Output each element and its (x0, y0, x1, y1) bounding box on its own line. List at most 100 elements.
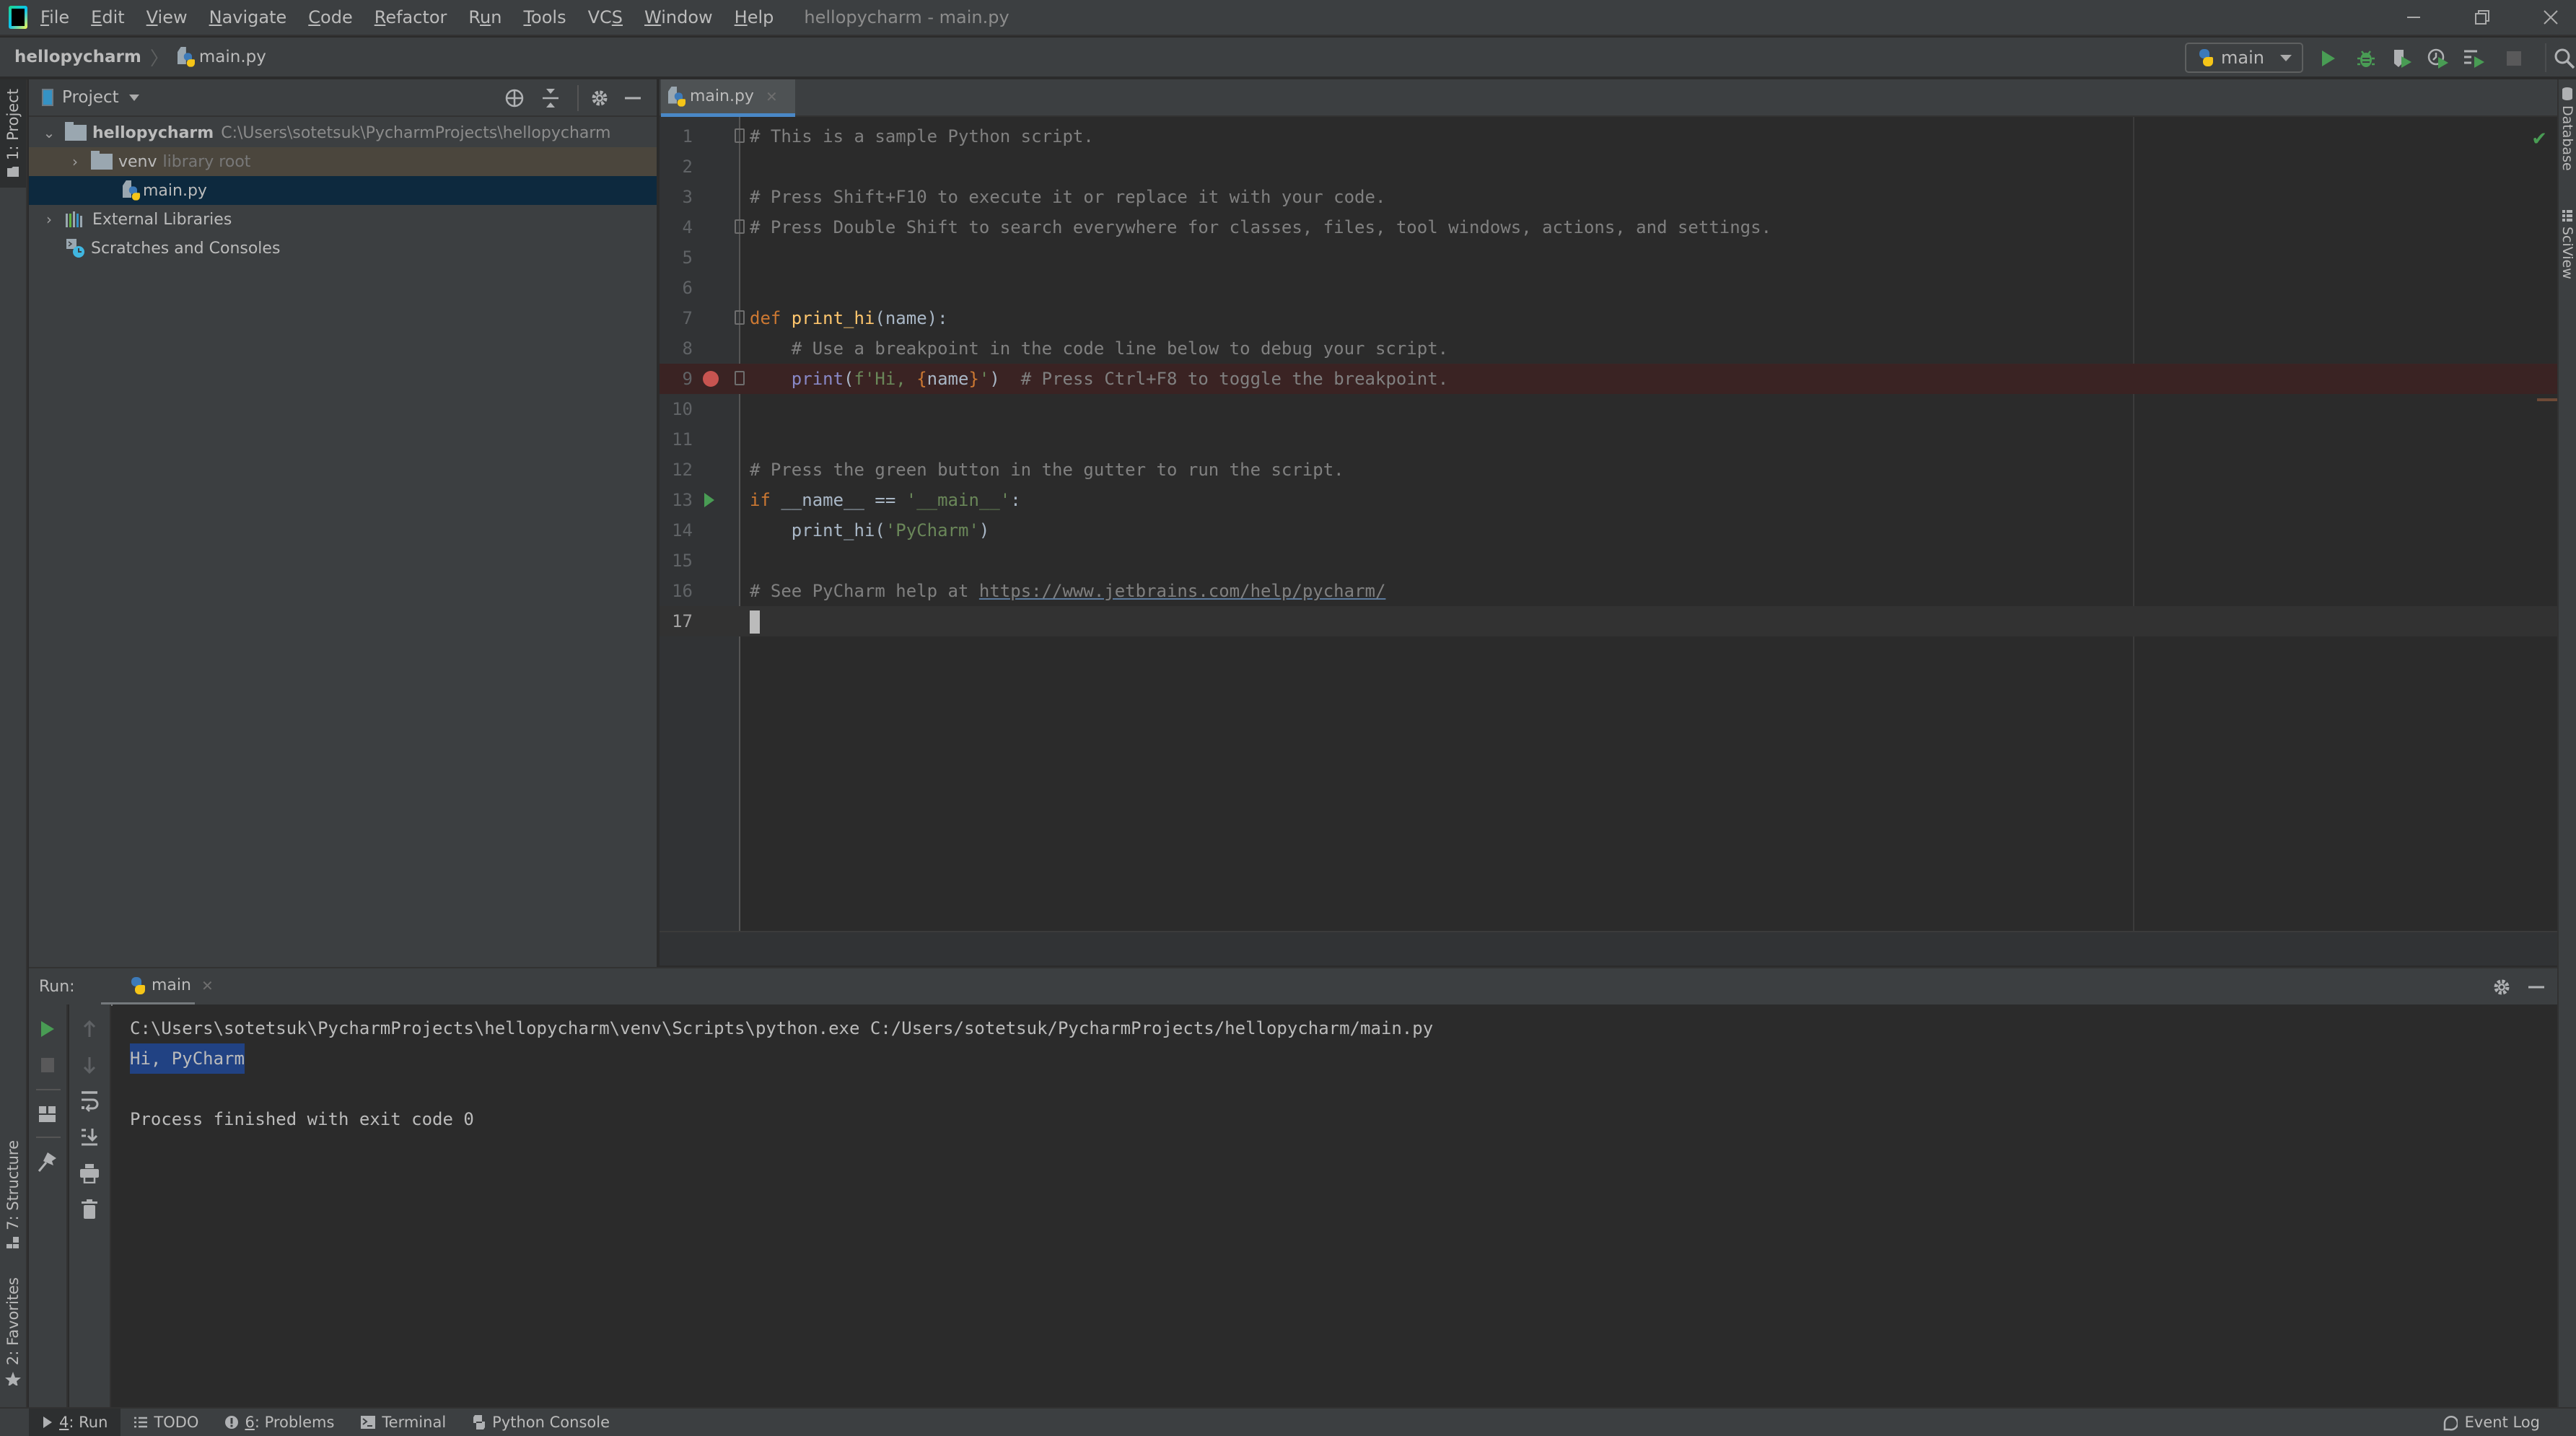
chevron-right-icon[interactable]: › (42, 211, 56, 228)
editor-tab-main-py[interactable]: main.py ✕ (661, 79, 795, 117)
code-line[interactable]: 4 # Press Double Shift to search everywhe… (660, 212, 2557, 242)
run-console-output[interactable]: C:\Users\sotetsuk\PycharmProjects\hellop… (113, 1004, 2557, 1407)
restore-button[interactable] (2450, 0, 2515, 35)
tree-item-scratches[interactable]: Scratches and Consoles (29, 234, 657, 263)
search-everywhere-button[interactable] (2551, 45, 2576, 72)
hide-run-panel-button[interactable] (2524, 975, 2549, 999)
pin-tab-button[interactable] (29, 1146, 66, 1178)
line-number[interactable]: 12 (660, 455, 693, 485)
code-line[interactable]: 13 if __name__ == '__main__': (660, 485, 2557, 515)
concurrency-diagram-button[interactable] (2461, 45, 2488, 72)
breadcrumb-file[interactable]: main.py (177, 47, 266, 67)
scroll-to-end-button[interactable] (69, 1121, 110, 1153)
run-configuration-dropdown[interactable]: main (2185, 43, 2303, 73)
menu-refactor[interactable]: Refactor (374, 7, 447, 27)
soft-wrap-button[interactable] (69, 1085, 110, 1117)
minimize-button[interactable] (2381, 0, 2446, 35)
inspection-ok-icon[interactable]: ✔ (2531, 128, 2547, 150)
stripe-database-button[interactable]: Database (2559, 87, 2576, 195)
close-window-button[interactable] (2518, 0, 2576, 35)
rerun-button[interactable] (29, 1013, 66, 1045)
line-number[interactable]: 3 (660, 182, 693, 212)
menu-window[interactable]: Window (644, 7, 713, 27)
previous-occurrence-button[interactable] (69, 1013, 110, 1045)
tree-item-external-libraries[interactable]: › External Libraries (29, 205, 657, 234)
code-line[interactable]: 6 (660, 273, 2557, 303)
locate-file-button[interactable] (502, 86, 527, 110)
menu-file[interactable]: File (40, 7, 69, 27)
fold-marker-icon[interactable] (735, 371, 745, 385)
line-number[interactable]: 4 (660, 212, 693, 242)
tree-item-project-root[interactable]: ⌄ hellopycharm C:\Users\sotetsuk\Pycharm… (29, 118, 657, 147)
hide-panel-button[interactable] (621, 86, 645, 110)
code-editor[interactable]: 1 # This is a sample Python script. 2 3 # Pr… (660, 117, 2557, 931)
code-line[interactable]: 15 (660, 546, 2557, 576)
menu-code[interactable]: Code (308, 7, 352, 27)
breadcrumb-project[interactable]: hellopycharm (14, 48, 141, 66)
close-tab-icon[interactable]: ✕ (766, 88, 778, 105)
code-line[interactable]: 12 # Press the green button in the gutter… (660, 455, 2557, 485)
line-number[interactable]: 5 (660, 242, 693, 273)
bottom-tab-problems[interactable]: 6: Problems (211, 1409, 347, 1436)
profile-button[interactable] (2424, 45, 2452, 72)
restore-layout-button[interactable] (29, 1098, 66, 1130)
chevron-down-icon[interactable] (128, 94, 139, 101)
stripe-structure-button[interactable]: 7: Structure (0, 1140, 26, 1248)
code-line[interactable]: 10 (660, 394, 2557, 424)
menu-view[interactable]: View (146, 7, 188, 27)
line-number[interactable]: 7 (660, 303, 693, 333)
code-line[interactable]: 5 (660, 242, 2557, 273)
run-with-coverage-button[interactable] (2388, 45, 2416, 72)
bottom-tab-todo[interactable]: TODO (121, 1409, 211, 1436)
menu-navigate[interactable]: Navigate (209, 7, 287, 27)
debug-button[interactable] (2352, 45, 2380, 72)
clear-all-button[interactable] (69, 1194, 110, 1225)
menu-edit[interactable]: Edit (91, 7, 124, 27)
code-line[interactable]: 17 (660, 606, 2557, 636)
line-number[interactable]: 10 (660, 394, 693, 424)
menu-help[interactable]: Help (735, 7, 774, 27)
line-number[interactable]: 11 (660, 424, 693, 455)
code-line[interactable]: 7 def print_hi(name): (660, 303, 2557, 333)
line-number[interactable]: 8 (660, 333, 693, 364)
code-line[interactable]: 11 (660, 424, 2557, 455)
stripe-project-button[interactable]: 1: Project (0, 79, 26, 188)
code-line[interactable]: 2 (660, 152, 2557, 182)
project-view-selector[interactable]: Project (62, 88, 119, 107)
run-panel-settings-button[interactable] (2489, 975, 2514, 999)
line-number[interactable]: 1 (660, 121, 693, 152)
line-number[interactable]: 17 (660, 606, 693, 636)
run-tab-main[interactable]: main ✕ (101, 968, 214, 1006)
line-number[interactable]: 13 (660, 485, 693, 515)
menu-run[interactable]: Run (468, 7, 501, 27)
fold-marker-icon[interactable] (735, 219, 745, 234)
code-line[interactable]: 8 # Use a breakpoint in the code line be… (660, 333, 2557, 364)
run-button[interactable] (2315, 45, 2342, 72)
fold-marker-icon[interactable] (735, 310, 745, 325)
close-tab-icon[interactable]: ✕ (201, 977, 214, 994)
code-line[interactable]: 3 # Press Shift+F10 to execute it or repl… (660, 182, 2557, 212)
code-line[interactable]: 1 # This is a sample Python script. (660, 121, 2557, 152)
chevron-down-icon[interactable]: ⌄ (42, 124, 56, 141)
code-line[interactable]: 9 print(f'Hi, {name}') # Press Ctrl+F8 t… (660, 364, 2557, 394)
line-number[interactable]: 16 (660, 576, 693, 606)
line-number[interactable]: 2 (660, 152, 693, 182)
line-number[interactable]: 6 (660, 273, 693, 303)
run-gutter-icon[interactable] (704, 493, 714, 507)
chevron-right-icon[interactable]: › (68, 153, 82, 170)
menu-vcs[interactable]: VCS (588, 7, 623, 27)
menu-tools[interactable]: Tools (523, 7, 566, 27)
bottom-tab-terminal[interactable]: Terminal (347, 1409, 459, 1436)
line-number[interactable]: 14 (660, 515, 693, 546)
line-number[interactable]: 9 (660, 364, 693, 394)
error-stripe-marker[interactable] (2537, 398, 2557, 401)
stop-button[interactable] (2500, 45, 2528, 72)
code-link[interactable]: https://www.jetbrains.com/help/pycharm/ (979, 581, 1386, 601)
stripe-sciview-button[interactable]: SciView (2559, 209, 2576, 310)
bottom-tab-python-console[interactable]: Python Console (459, 1409, 623, 1436)
event-log-button[interactable]: Event Log (2440, 1409, 2540, 1436)
collapse-all-button[interactable] (538, 86, 563, 110)
breakpoint-icon[interactable] (703, 371, 719, 387)
tree-item-venv[interactable]: › venv library root (29, 147, 657, 176)
stripe-favorites-button[interactable]: 2: Favorites (0, 1277, 26, 1385)
